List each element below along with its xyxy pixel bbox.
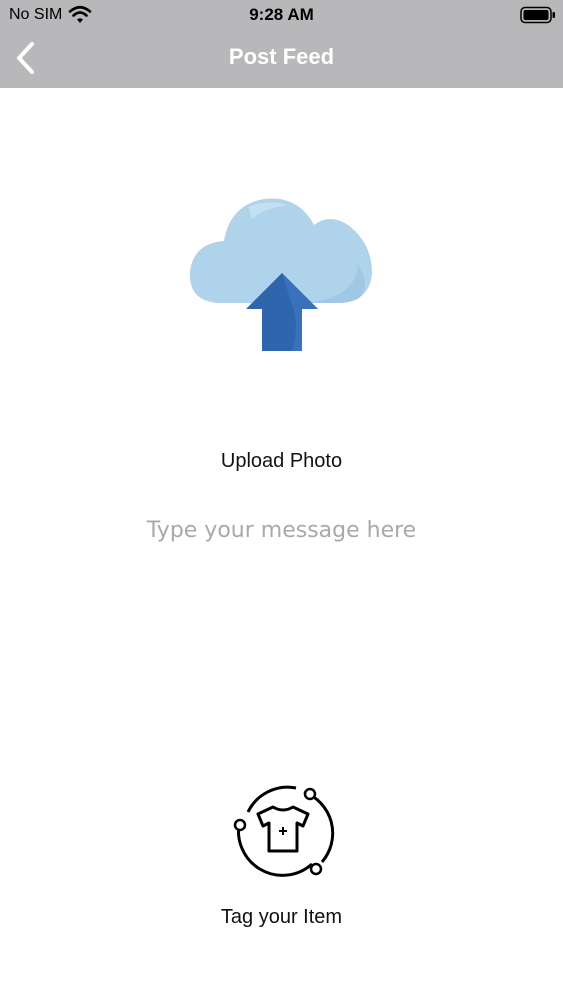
message-input[interactable] (40, 510, 523, 550)
upload-photo-label[interactable]: Upload Photo (0, 450, 563, 473)
battery-icon (520, 6, 555, 24)
page-title: Post Feed (228, 44, 335, 69)
tag-item-label[interactable]: Tag your Item (0, 906, 563, 929)
status-time: 9:28 AM (249, 5, 314, 24)
tshirt-tag-icon[interactable] (230, 780, 336, 880)
top-bar: No SIM 9:28 AM Post Feed (0, 0, 563, 88)
cloud-upload-icon[interactable] (188, 195, 376, 355)
navigation-bar: Post Feed (0, 30, 563, 88)
status-bar: No SIM 9:28 AM (0, 0, 563, 30)
